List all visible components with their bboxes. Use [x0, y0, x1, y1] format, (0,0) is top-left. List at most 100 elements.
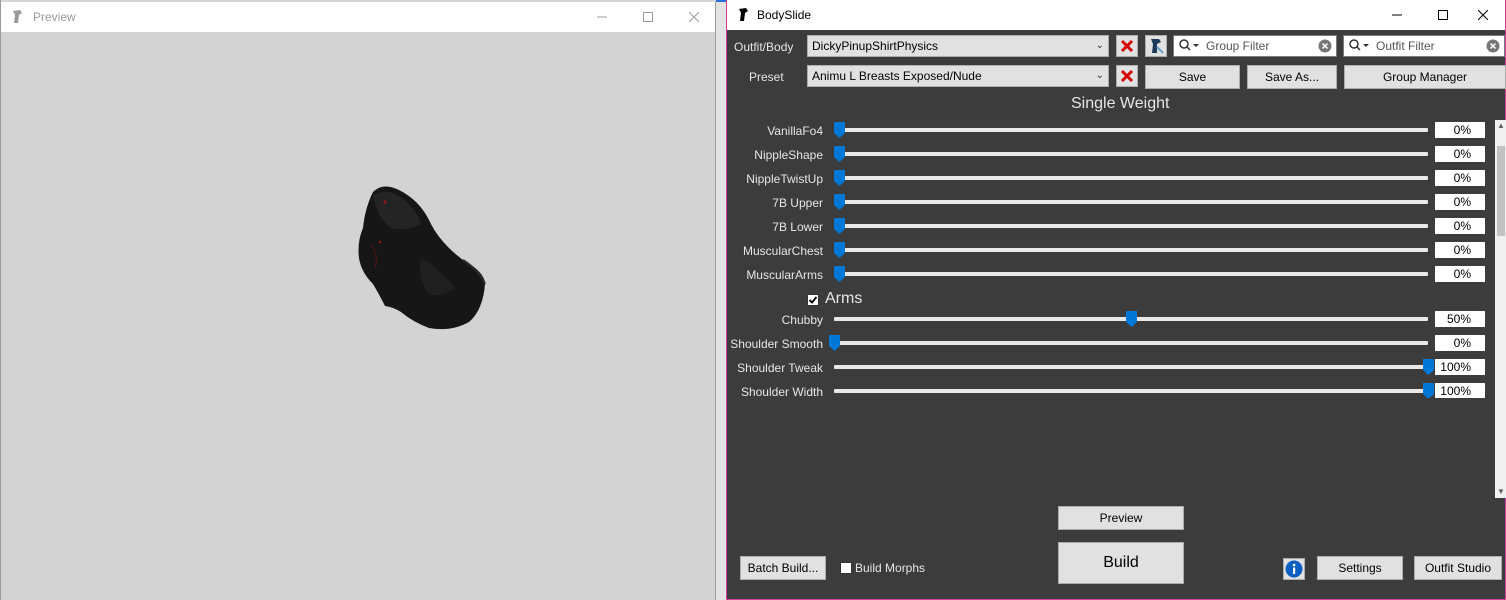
bodyslide-app-icon [739, 8, 748, 21]
slider-track[interactable] [839, 128, 1428, 132]
slider-label: MuscularChest [742, 244, 823, 258]
clear-icon[interactable] [1486, 39, 1500, 53]
slider-thumb[interactable] [1423, 383, 1434, 399]
slider-value-input[interactable]: 0% [1435, 170, 1485, 186]
clear-icon[interactable] [1318, 39, 1332, 53]
slider-label: 7B Lower [772, 220, 823, 234]
slider-value-input[interactable]: 55% [1435, 407, 1485, 423]
slider-label: Shoulder Smooth [730, 337, 823, 351]
slider-track[interactable] [834, 437, 1428, 441]
slider-track[interactable] [839, 176, 1428, 180]
preview-title: Preview [33, 10, 76, 24]
slider-track[interactable] [839, 272, 1428, 276]
slider-value-input[interactable]: 200% [1435, 476, 1485, 492]
settings-button[interactable]: Settings [1317, 556, 1403, 580]
group-filter-input[interactable]: Group Filter [1173, 35, 1337, 57]
slider-label: 7B Upper [772, 196, 823, 210]
scroll-up-icon[interactable]: ▲ [1495, 120, 1506, 132]
slider-thumb[interactable] [834, 122, 845, 138]
build-morphs-checkbox[interactable] [840, 562, 852, 574]
delete-x-icon [1120, 69, 1134, 83]
slider-value-input[interactable]: 100% [1435, 359, 1485, 375]
slider-track[interactable] [834, 389, 1428, 393]
preset-label: Preset [749, 70, 784, 84]
slider-thumb[interactable] [834, 218, 845, 234]
slider-value-input[interactable]: 0% [1435, 431, 1485, 447]
slider-thumb[interactable] [834, 170, 845, 186]
slider-track[interactable] [834, 341, 1428, 345]
slider-label: Size [799, 478, 823, 492]
outfit-studio-button[interactable]: Outfit Studio [1414, 556, 1502, 580]
slider-value-input[interactable]: 0% [1435, 146, 1485, 162]
checkmark-icon [808, 460, 818, 470]
scrollbar-thumb[interactable] [1497, 146, 1505, 236]
slider-thumb[interactable] [1126, 311, 1137, 327]
slider-scrollbar[interactable]: ▲ ▼ [1495, 120, 1506, 498]
preview-button[interactable]: Preview [1058, 506, 1184, 530]
slider-thumb[interactable] [834, 194, 845, 210]
group-title: Breasts [825, 455, 880, 472]
slider-value-input[interactable]: 0% [1435, 242, 1485, 258]
outfit-mesh-render [358, 186, 486, 330]
preview-viewport[interactable] [1, 32, 715, 600]
slider-value-input[interactable]: 0% [1435, 266, 1485, 282]
slider-label: VanillaFo4 [767, 124, 823, 138]
bodyslide-titlebar[interactable]: BodySlide [727, 0, 1505, 30]
slider-thumb[interactable] [829, 431, 840, 447]
slider-value-input[interactable]: 0% [1435, 335, 1485, 351]
outfit-filter-input[interactable]: Outfit Filter [1343, 35, 1505, 57]
delete-outfit-button[interactable] [1116, 35, 1138, 57]
slider-thumb[interactable] [834, 242, 845, 258]
close-button[interactable] [1460, 0, 1506, 30]
slider-thumb[interactable] [834, 266, 845, 282]
chevron-down-icon: ⌄ [1095, 70, 1104, 81]
preset-combo[interactable]: Animu L Breasts Exposed/Nude ⌄ [807, 65, 1109, 87]
minimize-button[interactable] [1374, 0, 1420, 30]
build-morphs-label: Build Morphs [855, 561, 926, 575]
slider-value-input[interactable]: 0% [1435, 194, 1485, 210]
batch-build-button[interactable]: Batch Build... [740, 556, 826, 580]
slider-track[interactable] [839, 152, 1428, 156]
taskbar-accent [716, 0, 726, 2]
delete-preset-button[interactable] [1116, 65, 1138, 87]
slider-value-input[interactable]: 0% [1435, 218, 1485, 234]
outfit-body-combo[interactable]: DickyPinupShirtPhysics ⌄ [807, 35, 1109, 57]
maximize-button[interactable] [625, 2, 671, 32]
slider-thumb[interactable] [1156, 407, 1167, 423]
slider-value-input[interactable]: 100% [1435, 383, 1485, 398]
close-icon [1478, 10, 1488, 20]
search-icon [1349, 39, 1369, 51]
minimize-icon [597, 16, 607, 18]
save-button[interactable]: Save [1145, 65, 1240, 89]
slider-label: MuscularArms [746, 268, 823, 282]
slider-label: Shoulder Tweak [737, 361, 823, 375]
outfit-body-value: DickyPinupShirtPhysics [812, 39, 939, 53]
build-button[interactable]: Build [1058, 542, 1184, 584]
slider-track[interactable] [834, 482, 1428, 486]
slider-track[interactable] [839, 248, 1428, 252]
slider-thumb[interactable] [1423, 359, 1434, 375]
preview-titlebar[interactable]: Preview [1, 2, 715, 32]
save-as-button[interactable]: Save As... [1247, 65, 1337, 89]
slider-value-input[interactable]: 50% [1435, 311, 1485, 327]
group-manager-button[interactable]: Group Manager [1344, 65, 1506, 89]
bodyslide-title: BodySlide [757, 8, 812, 22]
slider-track[interactable] [834, 365, 1428, 369]
outfit-filter-placeholder: Outfit Filter [1376, 39, 1435, 53]
preset-value: Animu L Breasts Exposed/Nude [812, 69, 982, 83]
slider-track[interactable] [834, 413, 1428, 417]
slider-track[interactable] [839, 200, 1428, 204]
outfit-studio-shortcut-button[interactable] [1145, 35, 1167, 57]
slider-value-input[interactable]: 0% [1435, 122, 1485, 138]
slider-thumb[interactable] [834, 146, 845, 162]
close-button[interactable] [671, 2, 717, 32]
slider-thumb[interactable] [829, 335, 840, 351]
group-checkbox[interactable] [807, 294, 819, 306]
info-button[interactable] [1283, 558, 1305, 580]
slider-track[interactable] [839, 224, 1428, 228]
group-checkbox[interactable] [807, 459, 819, 471]
search-icon [1179, 39, 1199, 51]
slider-thumb[interactable] [1423, 476, 1434, 492]
minimize-button[interactable] [579, 2, 625, 32]
scroll-down-icon[interactable]: ▼ [1495, 486, 1506, 498]
